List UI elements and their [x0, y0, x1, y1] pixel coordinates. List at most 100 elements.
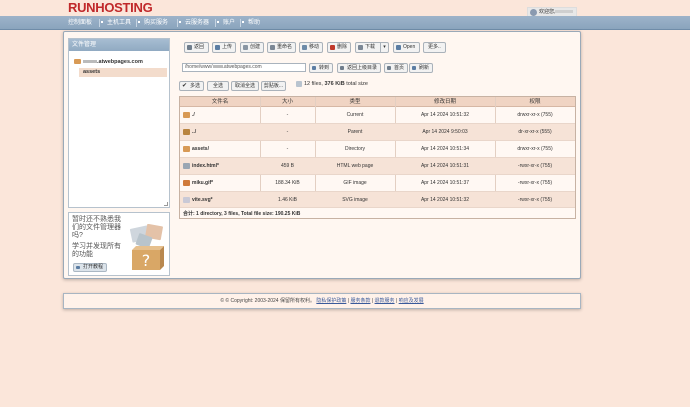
file-name[interactable]: ./ — [183, 107, 195, 124]
folder-icon — [74, 59, 81, 65]
file-type: Parent — [347, 129, 363, 135]
home-button[interactable]: 首页 — [384, 63, 409, 73]
clipboard-button[interactable]: 剪贴板... — [261, 81, 286, 91]
file-name[interactable]: index.html* — [183, 158, 219, 175]
nav-account[interactable]: 账户 — [217, 16, 235, 30]
development-link[interactable]: 响应及发展 — [399, 298, 424, 304]
file-name[interactable]: vite.svg* — [183, 192, 213, 208]
nav-control-panel[interactable]: 控制面板 — [68, 16, 92, 30]
chevron-down-icon[interactable]: ▾ — [380, 43, 388, 52]
create-button[interactable]: 创建 — [240, 42, 264, 53]
file-permissions[interactable]: -rwxr-xr-x (755) — [495, 192, 575, 208]
table-total: 合计: 1 directory, 3 files, Total file siz… — [183, 211, 301, 217]
arrow-left-icon — [187, 45, 192, 50]
file-size: - — [286, 129, 289, 135]
file-date: Apr 14 2024 9:50:03 — [422, 129, 468, 135]
nav-buy-services[interactable]: 购买服务 — [138, 16, 168, 30]
open-tutorial-button[interactable]: 打开教程 — [73, 263, 108, 272]
file-name[interactable]: miku.gif* — [183, 175, 213, 192]
download-icon — [358, 45, 363, 50]
folder-icon — [183, 145, 190, 152]
new-file-icon — [243, 45, 248, 50]
move-icon — [302, 45, 307, 50]
image-file-icon — [183, 179, 190, 186]
file-permissions[interactable]: drwxr-xr-x (755) — [495, 141, 575, 158]
col-type[interactable]: 类型 — [315, 97, 395, 107]
file-name[interactable]: assets/ — [183, 141, 209, 158]
svg-file-icon — [183, 196, 190, 203]
open-button[interactable]: Open — [393, 42, 420, 53]
col-size[interactable]: 大小 — [260, 97, 315, 107]
delete-button[interactable]: 删除 — [327, 42, 351, 53]
file-permissions[interactable]: -rwxr-xr-x (755) — [495, 158, 575, 175]
logo[interactable]: RUNHOSTING — [68, 0, 153, 15]
file-date: Apr 14 2024 10:51:32 — [420, 112, 470, 118]
user-greeting: 欢迎您, — [539, 9, 556, 15]
terms-link[interactable]: 服务条款 — [350, 298, 370, 304]
col-date[interactable]: 修改日期 — [395, 97, 495, 107]
file-type: GIF image — [343, 180, 367, 186]
file-permissions[interactable]: dr-xr-xr-x (555) — [495, 124, 575, 141]
file-size: - — [286, 146, 289, 152]
table-row[interactable]: ./ - Current Apr 14 2024 10:51:32 drwxr-xr-x… — [180, 107, 575, 124]
folder-icon — [183, 111, 190, 118]
refund-link[interactable]: 退款服务 — [375, 298, 395, 304]
file-type: SVG image — [342, 197, 368, 203]
redacted-domain — [83, 60, 97, 64]
table-row[interactable]: miku.gif* 188.34 KiB GIF image Apr 14 2024 … — [180, 175, 575, 192]
home-icon — [387, 66, 391, 70]
help-box: 暂时还不熟悉我们的文件管理器吗? 学习并发现所有的功能 打开教程 ? — [68, 212, 170, 276]
main-nav: 控制面板 主机工具 购买服务 云服务器 账户 帮助 — [0, 16, 690, 30]
file-date: Apr 14 2024 10:51:37 — [420, 180, 470, 186]
tree-item-assets[interactable]: assets — [79, 68, 167, 77]
col-perm[interactable]: 权限 — [495, 97, 575, 107]
upload-button[interactable]: 上传 — [212, 42, 236, 53]
goto-button[interactable]: 转到 — [309, 63, 334, 73]
multi-select-button[interactable]: ✔ 多选 — [179, 81, 204, 91]
rename-button[interactable]: 重命名 — [267, 42, 296, 53]
refresh-button[interactable]: 刷新 — [409, 63, 434, 73]
parent-dir-button[interactable]: 返回上级目录 — [337, 63, 382, 73]
nav-host-tools[interactable]: 主机工具 — [101, 16, 131, 30]
back-button[interactable]: 返回 — [184, 42, 209, 53]
file-tree-panel: 文件管理 .atwebpages.com assets — [68, 38, 170, 208]
nav-help[interactable]: 帮助 — [242, 16, 260, 30]
chat-icon — [76, 266, 80, 269]
file-stack-icon — [296, 80, 302, 87]
file-date: Apr 14 2024 10:51:34 — [420, 146, 470, 152]
help-text-1: 暂时还不熟悉我们的文件管理器吗? — [72, 216, 121, 239]
more-button[interactable]: 更多.. — [423, 42, 446, 53]
table-row[interactable]: index.html* 459 B HTML web page Apr 14 2024… — [180, 158, 575, 175]
file-permissions[interactable]: -rwxr-xr-x (755) — [495, 175, 575, 192]
download-button[interactable]: 下载 ▾ — [355, 42, 389, 53]
privacy-link[interactable]: 隐私保护政策 — [316, 298, 346, 304]
files-summary: 12 files, 376 KiB total size — [296, 80, 368, 89]
table-row[interactable]: vite.svg* 1.46 KiB SVG image Apr 14 2024 10… — [180, 192, 575, 208]
copyright: © © Copyright: 2003-2024 保留所有权利。 — [220, 298, 315, 304]
question-box-illustration: ? — [129, 224, 164, 270]
move-button[interactable]: 移动 — [299, 42, 323, 53]
table-row[interactable]: ../ - Parent Apr 14 2024 9:50:03 dr-xr-xr-x … — [180, 124, 575, 141]
table-row[interactable]: assets/ - Directory Apr 14 2024 10:51:34 drw… — [180, 141, 575, 158]
resize-handle[interactable] — [164, 202, 168, 206]
tree-root-item[interactable]: .atwebpages.com — [74, 59, 143, 65]
file-tree-title: 文件管理 — [69, 39, 169, 51]
file-permissions[interactable]: drwxr-xr-x (755) — [495, 107, 575, 124]
html-file-icon — [183, 162, 190, 169]
rename-icon — [270, 45, 275, 50]
arrow-up-icon — [340, 66, 344, 70]
file-name[interactable]: ../ — [183, 124, 196, 141]
col-name[interactable]: 文件名 — [180, 97, 260, 107]
check-icon: ✔ — [182, 83, 188, 89]
nav-cloud-servers[interactable]: 云服务器 — [179, 16, 209, 30]
file-type: HTML web page — [336, 163, 374, 169]
redacted-username — [555, 10, 574, 14]
refresh-icon — [412, 66, 416, 70]
file-table: 文件名 大小 类型 修改日期 权限 ./ - Current Apr 14 2024 … — [179, 96, 576, 219]
select-all-button[interactable]: 全选 — [207, 81, 229, 91]
file-type: Current — [346, 112, 364, 118]
path-input[interactable]: /home/www/.atwebpages.com — [182, 63, 306, 72]
deselect-all-button[interactable]: 取消全选 — [231, 81, 259, 91]
svg-text:?: ? — [142, 251, 151, 270]
file-size: 188.34 KiB — [275, 180, 300, 186]
